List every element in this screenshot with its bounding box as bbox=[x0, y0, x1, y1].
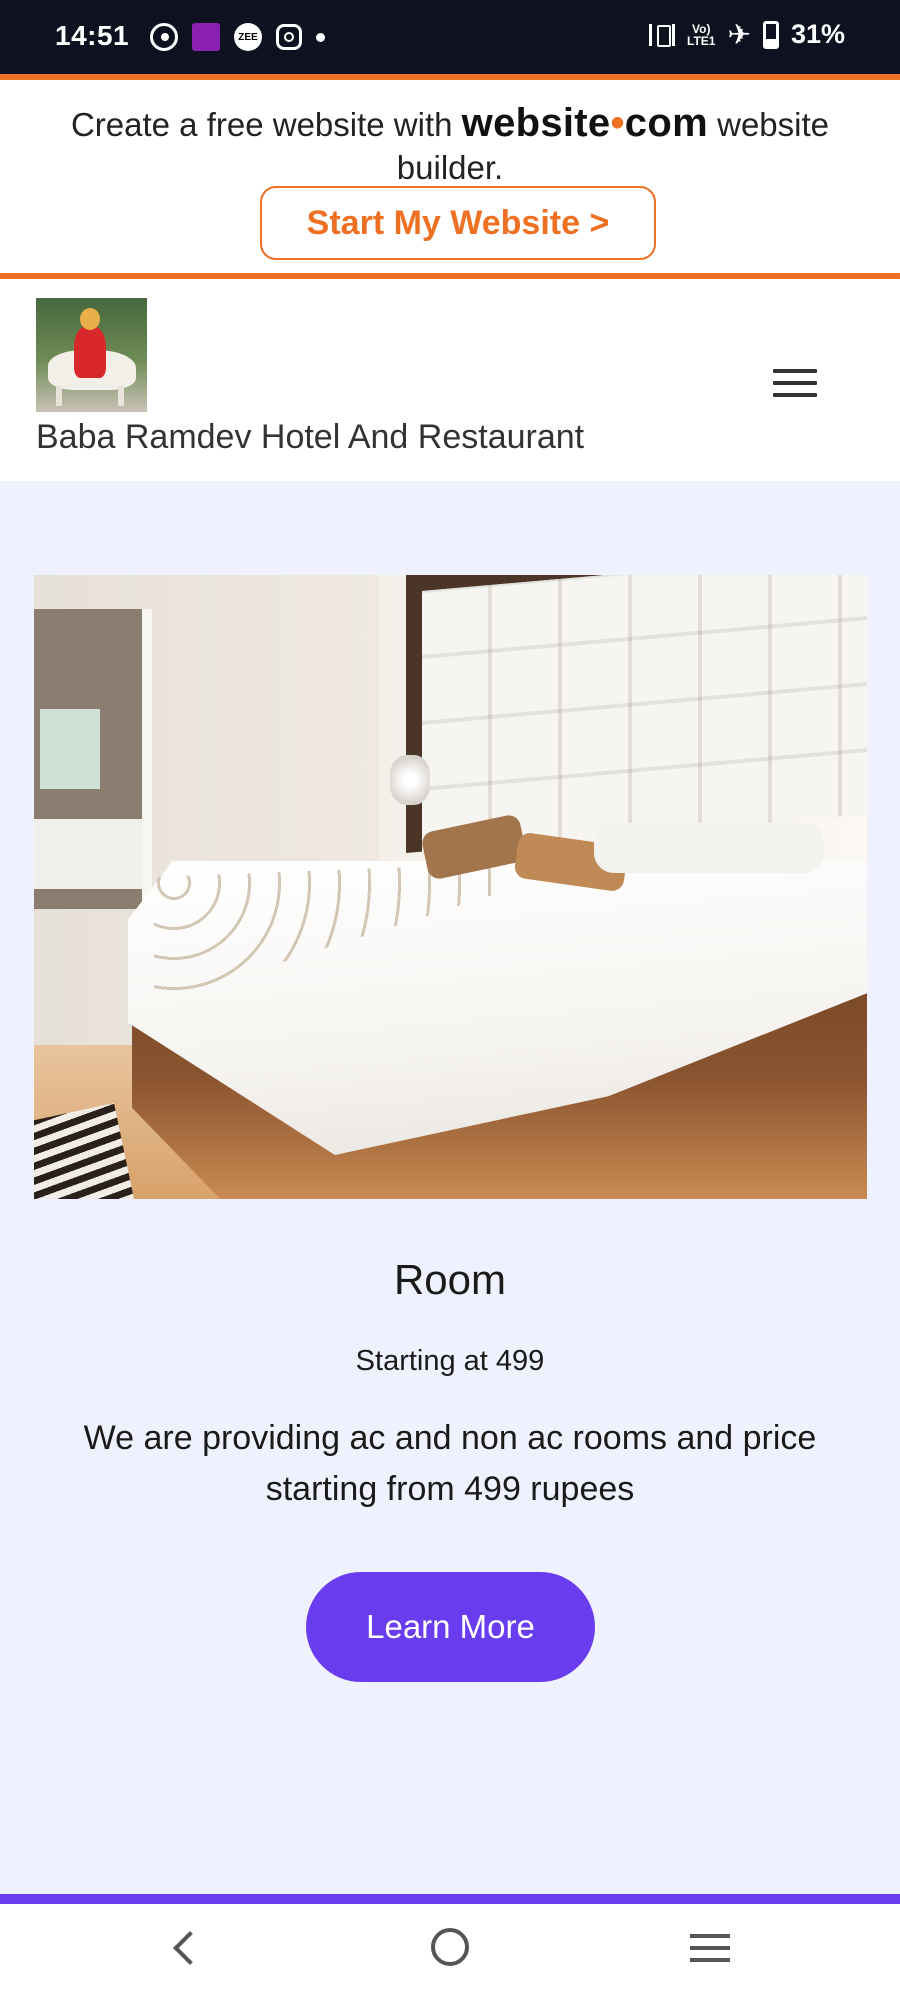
battery-icon bbox=[762, 20, 779, 49]
room-title: Room bbox=[393, 1256, 507, 1303]
status-time: 14:51 bbox=[55, 20, 130, 51]
main-content: Room Starting at 499 We are providing ac… bbox=[0, 481, 900, 1894]
notification-icons: ZEE bbox=[150, 20, 325, 54]
logo-horse-leg bbox=[118, 386, 124, 406]
home-icon[interactable] bbox=[431, 1928, 469, 1966]
room-image-mirror bbox=[40, 709, 100, 789]
promo-text: Create a free website with website•com w… bbox=[0, 102, 900, 189]
logo-horse-leg bbox=[56, 386, 62, 406]
site-header: Baba Ramdev Hotel And Restaurant bbox=[0, 279, 900, 481]
system-nav-bar bbox=[0, 1904, 900, 2000]
site-name[interactable]: Baba Ramdev Hotel And Restaurant bbox=[36, 418, 584, 457]
hamburger-icon[interactable] bbox=[773, 369, 817, 403]
room-description: We are providing ac and non ac rooms and… bbox=[83, 1419, 817, 1508]
room-price: Starting at 499 bbox=[355, 1345, 545, 1377]
dot-icon bbox=[316, 32, 325, 42]
footer-accent-bar bbox=[0, 1894, 900, 1904]
lte-icon: Vo) LTE1 bbox=[687, 21, 716, 48]
room-image bbox=[34, 575, 867, 1199]
start-my-website-button[interactable]: Start My Website > bbox=[260, 186, 656, 260]
system-icons: Vo) LTE1 ✈ 31% bbox=[649, 18, 845, 51]
recents-icon[interactable] bbox=[690, 1934, 730, 1964]
battery-percent: 31% bbox=[790, 19, 845, 49]
whatsapp-icon bbox=[150, 23, 178, 51]
logo-rider bbox=[74, 326, 106, 378]
zee-icon: ZEE bbox=[234, 23, 262, 51]
status-bar: 14:51 ZEE Vo) LTE1 ✈ 31% bbox=[0, 0, 900, 74]
promo-brand-dot: • bbox=[610, 101, 625, 145]
room-image-headboard bbox=[422, 575, 867, 853]
room-image-doorway bbox=[34, 609, 152, 909]
promo-banner: Create a free website with website•com w… bbox=[0, 74, 900, 279]
promo-brand-part2: com bbox=[624, 101, 708, 145]
learn-more-button[interactable]: Learn More bbox=[306, 1572, 595, 1682]
promo-text-before: Create a free website with bbox=[70, 106, 453, 143]
instagram-icon bbox=[276, 24, 302, 50]
promo-brand-logo: website•com bbox=[462, 101, 708, 145]
room-image-pillow bbox=[594, 823, 824, 873]
site-logo[interactable] bbox=[36, 298, 147, 412]
back-icon[interactable] bbox=[173, 1931, 207, 1965]
room-image-vanity bbox=[34, 819, 142, 889]
promo-brand-part1: website bbox=[461, 101, 611, 145]
app-icon bbox=[192, 23, 220, 51]
room-image-lamp bbox=[390, 755, 430, 805]
airplane-icon: ✈ bbox=[727, 19, 751, 50]
vibrate-icon bbox=[649, 23, 676, 47]
logo-rider-head bbox=[80, 308, 100, 330]
